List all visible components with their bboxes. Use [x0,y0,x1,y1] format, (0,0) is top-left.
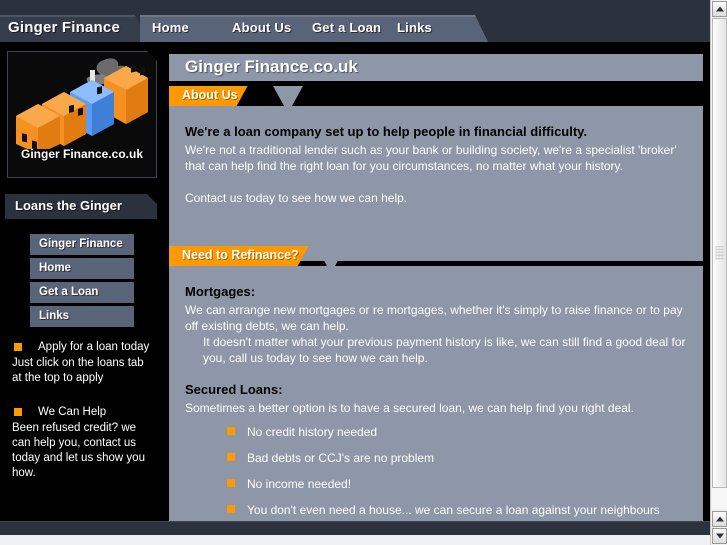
section-body-about-us: We're a loan company set up to help peop… [169,106,703,261]
tab-highlight [385,15,488,17]
nav-tab-get-a-loan-label: Get a Loan [312,20,382,35]
orange-square-bullet-icon [227,479,235,487]
list-item-label: Bad debts or CCJ's are no problem [247,451,435,465]
sidebar-item-ginger-finance[interactable]: Ginger Finance [30,234,134,255]
page-title: Ginger Finance.co.uk [169,54,703,81]
nav-tab-links-label: Links [397,20,432,35]
promo-heading-row: Apply for a loan today [12,340,154,355]
top-strip [0,0,710,15]
about-closing: Contact us today to see how we can help. [185,191,408,205]
triangle-up-icon [715,516,724,522]
section-tab-refinance[interactable]: Need to Refinance? [169,246,703,266]
houses-logo-icon [8,54,157,149]
promo-heading: We Can Help [38,406,107,418]
promo-heading-row: We Can Help [12,405,154,420]
scrollbar-up-button-secondary[interactable] [712,511,727,527]
list-item-label: No credit history needed [247,425,378,439]
grip-dots-icon [715,246,724,260]
sidebar-promo-apply: Apply for a loan today Just click on the… [12,340,154,386]
triangle-down-icon [715,533,724,539]
section-about-us: About Us We're a loan company set up to … [169,86,703,261]
mortgages-indent: It doesn't matter what your previous pay… [203,335,686,365]
list-item-label: No income needed! [247,477,352,491]
nav-tab-brand[interactable]: Ginger Finance [0,15,148,42]
scrollbar-track[interactable] [712,18,727,509]
orange-square-bullet-icon [14,408,22,416]
section-tab-wedge [273,86,303,106]
section-tab-label: Need to Refinance? [169,246,309,266]
main-navigation: Ginger Finance Home About Us Get a Loan … [0,15,710,42]
list-item: No credit history needed [185,424,687,440]
section-refinance: Need to Refinance? Mortgages: We can arr… [169,246,703,533]
sidebar-item-label: Get a Loan [39,286,99,298]
promo-heading: Apply for a loan today [38,341,150,353]
mortgages-body: We can arrange new mortgages or re mortg… [185,303,683,333]
sidebar-item-links[interactable]: Links [30,306,134,327]
nav-tab-home-label: Home [152,20,189,35]
section-tab-label: About Us [169,86,248,106]
sidebar-menu: Ginger Finance Home Get a Loan Links [30,234,134,330]
vertical-scrollbar[interactable] [710,0,727,545]
orange-square-bullet-icon [227,453,235,461]
mortgages-heading: Mortgages: [185,284,256,299]
bottom-strip [0,535,727,545]
sidebar: Ginger Finance.co.uk Loans the Ginger Wa… [0,42,162,531]
section-tab-about-us[interactable]: About Us [169,86,703,106]
main-content: Ginger Finance.co.uk About Us We're a lo… [162,42,710,533]
promo-body: Been refused credit? we can help you, co… [12,422,145,479]
sidebar-item-get-a-loan[interactable]: Get a Loan [30,282,134,303]
logo-caption: Ginger Finance.co.uk [20,147,144,161]
sidebar-item-home[interactable]: Home [30,258,134,279]
about-paragraph: We're not a traditional lender such as y… [185,143,677,173]
scrollbar-up-button[interactable] [712,1,727,17]
secured-body: Sometimes a better option is to have a s… [185,401,634,415]
sidebar-item-label: Links [39,310,70,322]
promo-body: Just click on the loans tab at the top t… [12,357,144,384]
secured-heading: Secured Loans: [185,382,283,397]
sidebar-item-label: Home [39,262,71,274]
footer-highlight [0,521,710,522]
nav-tab-brand-label: Ginger Finance [8,19,120,36]
tab-highlight [0,15,148,17]
list-item: Bad debts or CCJ's are no problem [185,450,687,466]
orange-square-bullet-icon [14,343,22,351]
section-tab-wedge [316,246,346,266]
sidebar-item-label: Ginger Finance [39,238,123,250]
about-lead: We're a loan company set up to help peop… [185,124,588,139]
nav-tab-about-us-label: About Us [232,20,292,35]
orange-square-bullet-icon [227,427,235,435]
triangle-up-icon [715,6,724,12]
browser-page: Ginger Finance Home About Us Get a Loan … [0,0,727,545]
list-item: No income needed! [185,476,687,492]
section-body-refinance: Mortgages: We can arrange new mortgages … [169,266,703,533]
scrollbar-thumb[interactable] [712,18,727,488]
sidebar-tagline: Loans the Ginger Way... [5,194,157,219]
site-logo[interactable]: Ginger Finance.co.uk [7,51,157,178]
orange-square-bullet-icon [227,505,235,513]
nav-tab-links[interactable]: Links [385,15,488,42]
secured-benefits-list: No credit history needed Bad debts or CC… [185,424,687,534]
sidebar-promo-help: We Can Help Been refused credit? we can … [12,405,154,481]
footer-bar [0,521,710,535]
scrollbar-down-button[interactable] [712,528,727,544]
